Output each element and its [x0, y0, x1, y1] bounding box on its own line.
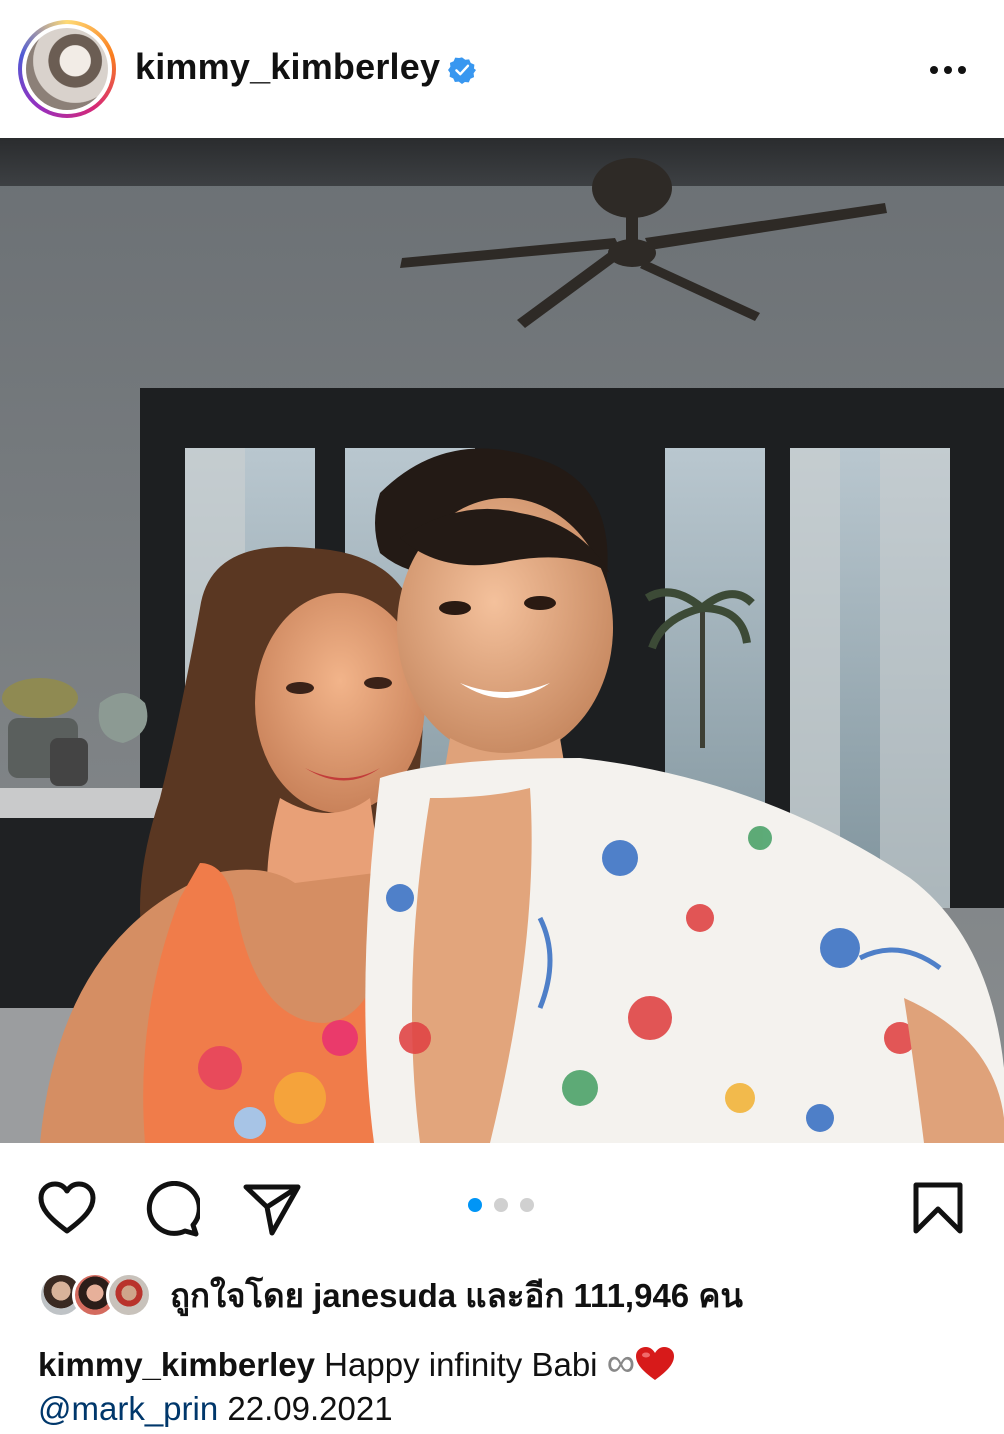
send-icon[interactable]	[242, 1181, 302, 1237]
post-header: kimmy_kimberley	[0, 0, 1004, 138]
verified-badge-icon	[448, 57, 476, 84]
carousel-indicator	[468, 1198, 534, 1214]
likes-count[interactable]: 111,946	[574, 1277, 690, 1314]
post-caption: kimmy_kimberley Happy infinity Babi ∞ @ma…	[38, 1341, 978, 1431]
photo-illustration	[0, 138, 1004, 1143]
carousel-dot	[468, 1198, 482, 1212]
likes-unit: คน	[689, 1276, 743, 1314]
mention-link[interactable]: @mark_prin	[38, 1390, 218, 1427]
avatar-image	[26, 28, 108, 110]
caption-date: 22.09.2021	[218, 1390, 393, 1427]
likes-row[interactable]: ถูกใจโดย janesuda และอีก 111,946 คน	[38, 1271, 743, 1319]
caption-username[interactable]: kimmy_kimberley	[38, 1346, 315, 1383]
first-liker-link[interactable]: janesuda	[313, 1277, 456, 1314]
likes-text: ถูกใจโดย janesuda และอีก 111,946 คน	[170, 1269, 743, 1322]
red-heart-emoji-icon	[636, 1347, 675, 1380]
post-username[interactable]: kimmy_kimberley	[135, 46, 440, 88]
carousel-dot	[520, 1198, 534, 1212]
liker-avatar	[106, 1272, 152, 1318]
likes-prefix: ถูกใจโดย	[170, 1276, 314, 1314]
avatar[interactable]	[18, 20, 116, 118]
bookmark-icon[interactable]	[912, 1181, 964, 1235]
avatar-border	[22, 24, 112, 114]
likes-suffix: และอีก	[456, 1276, 574, 1314]
post-photo[interactable]	[0, 138, 1004, 1143]
carousel-dot	[494, 1198, 508, 1212]
more-horizontal-icon[interactable]	[928, 60, 968, 80]
infinity-symbol: ∞	[606, 1341, 636, 1385]
comment-icon[interactable]	[140, 1181, 200, 1237]
heart-outline-icon[interactable]	[38, 1181, 96, 1235]
caption-text: Happy infinity Babi	[315, 1346, 607, 1383]
